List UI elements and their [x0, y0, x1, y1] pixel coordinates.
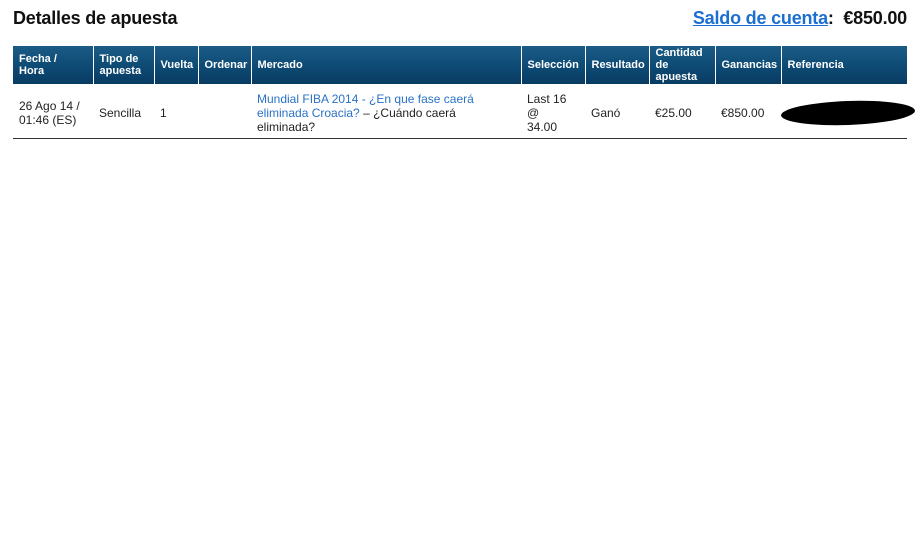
header-cantidad: Cantidad de apuesta	[649, 46, 716, 84]
header-ganancias: Ganancias	[715, 46, 782, 84]
account-balance: Saldo de cuenta: €850.00	[693, 8, 907, 29]
header-referencia: Referencia	[781, 46, 907, 84]
header-fecha: Fecha / Hora	[13, 46, 94, 84]
redacted-reference	[780, 98, 916, 128]
cell-resultado: Ganó	[585, 84, 649, 139]
table-row: 26 Ago 14 /01:46 (ES) Sencilla 1 Mundial…	[13, 84, 916, 139]
cell-ordenar	[198, 84, 251, 139]
cell-mercado: Mundial FIBA 2014 - ¿En que fase caerá e…	[251, 84, 521, 139]
table-header-row: Fecha / Hora Tipo de apuesta Vuelta Ordena…	[13, 46, 907, 84]
market-separator: –	[359, 106, 374, 120]
header-ordenar: Ordenar	[198, 46, 252, 84]
balance-amount: €850.00	[843, 8, 907, 28]
bet-details-page: Detalles de apuesta Saldo de cuenta: €85…	[0, 0, 924, 533]
cell-cantidad: €25.00	[649, 84, 715, 139]
header-mercado: Mercado	[251, 46, 522, 84]
header-resultado: Resultado	[585, 46, 650, 84]
cell-referencia	[780, 84, 916, 139]
cell-fecha: 26 Ago 14 /01:46 (ES)	[13, 84, 93, 139]
header-vuelta: Vuelta	[154, 46, 199, 84]
cell-vuelta: 1	[154, 84, 198, 139]
cell-seleccion: Last 16 @34.00	[521, 84, 585, 139]
balance-separator: :	[827, 8, 834, 28]
page-title: Detalles de apuesta	[13, 8, 178, 28]
header-seleccion: Selección	[521, 46, 586, 84]
bet-details-table: Fecha / Hora Tipo de apuesta Vuelta Ordena…	[13, 46, 916, 139]
header-tipo: Tipo de apuesta	[93, 46, 155, 84]
account-balance-link[interactable]: Saldo de cuenta	[693, 8, 828, 28]
cell-tipo: Sencilla	[93, 84, 154, 139]
cell-ganancias: €850.00	[715, 84, 781, 139]
